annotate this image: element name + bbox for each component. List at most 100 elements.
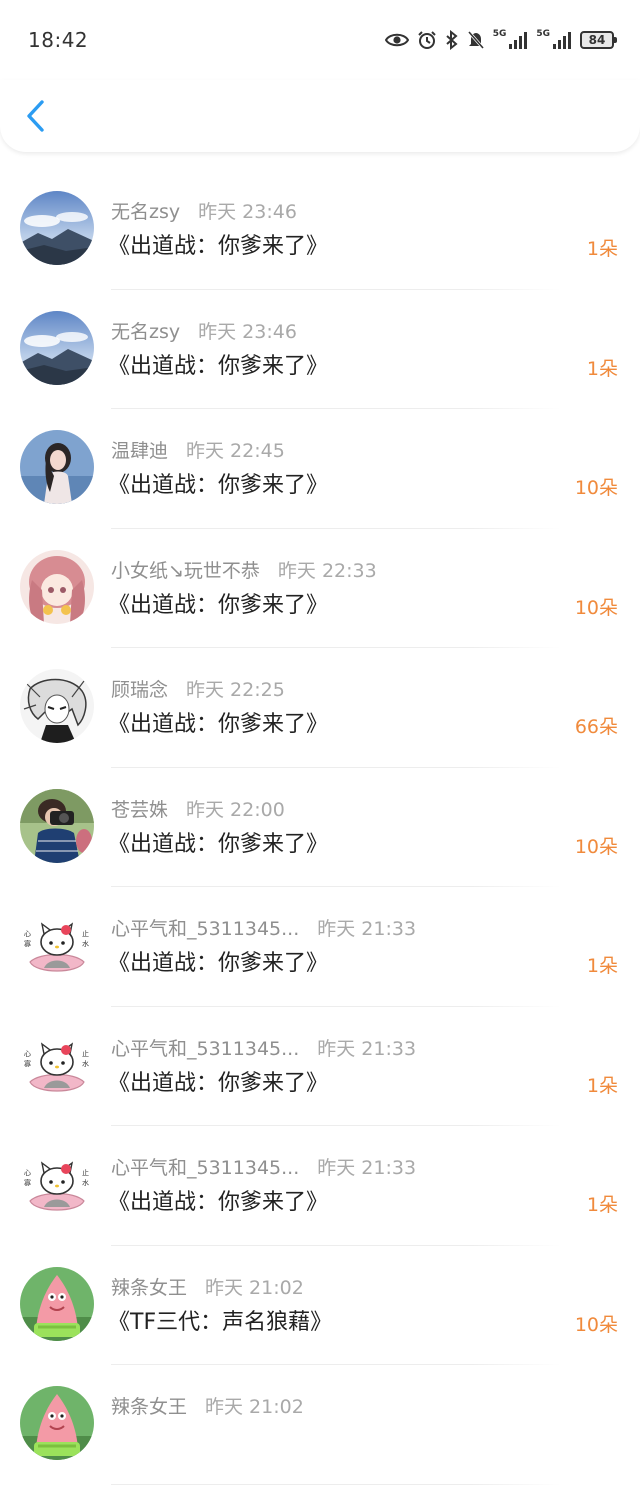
user-name[interactable]: 心平气和_5311345... — [111, 914, 299, 941]
work-title[interactable]: 《出道战：你爹来了》 — [108, 348, 328, 380]
item-time: 昨天 21:33 — [317, 1157, 417, 1179]
svg-text:寡: 寡 — [24, 1178, 31, 1187]
user-name[interactable]: 心平气和_5311345... — [111, 1153, 299, 1180]
avatar[interactable]: 心寡 止水 — [20, 908, 94, 982]
work-title[interactable]: 《出道战：你爹来了》 — [108, 467, 328, 499]
gift-amount: 1朵 — [586, 1194, 618, 1216]
avatar[interactable] — [20, 549, 94, 624]
item-meta: 心平气和_5311345... 昨天 21:33 — [111, 1153, 416, 1180]
avatar[interactable] — [20, 191, 94, 265]
avatar-image: 心寡 止水 — [20, 1027, 94, 1102]
avatar-image: 心寡 止水 — [20, 1147, 94, 1221]
avatar-image — [20, 1266, 94, 1341]
svg-text:心: 心 — [24, 1169, 31, 1177]
eye-icon — [384, 33, 409, 47]
svg-text:止: 止 — [82, 929, 89, 938]
user-name[interactable]: 无名zsy — [111, 197, 180, 224]
list-item[interactable]: 无名zsy 昨天 23:46 《出道战：你爹来了》 1朵 — [0, 170, 640, 290]
avatar-image — [20, 788, 94, 863]
top-bar — [0, 80, 640, 152]
svg-text:寡: 寡 — [24, 1059, 31, 1068]
alarm-icon — [417, 31, 436, 49]
user-name[interactable]: 无名zsy — [111, 317, 180, 344]
avatar[interactable]: 心寡 止水 — [20, 1147, 94, 1221]
svg-text:水: 水 — [82, 939, 89, 948]
user-name[interactable]: 心平气和_5311345... — [111, 1034, 299, 1061]
user-name[interactable]: 温肆迪 — [111, 436, 168, 463]
battery-indicator: 84 — [580, 31, 617, 49]
mute-icon — [467, 31, 484, 49]
item-meta: 心平气和_5311345... 昨天 21:33 — [111, 1034, 416, 1061]
network-type-label: 5G — [492, 29, 507, 39]
item-meta: 无名zsy 昨天 23:46 — [111, 317, 297, 344]
work-title[interactable]: 《出道战：你爹来了》 — [108, 706, 328, 738]
item-time: 昨天 21:02 — [205, 1396, 304, 1418]
avatar-image — [20, 669, 94, 743]
avatar[interactable] — [20, 669, 94, 743]
item-time: 昨天 22:33 — [277, 559, 377, 582]
list-item[interactable]: 温肆迪 昨天 22:45 《出道战：你爹来了》 10朵 — [0, 409, 640, 529]
status-icons: 5G 5G 84 — [384, 29, 617, 51]
gift-list: 无名zsy 昨天 23:46 《出道战：你爹来了》 1朵 无名zsy 昨天 23… — [0, 170, 640, 1485]
item-meta: 心平气和_5311345... 昨天 21:33 — [111, 914, 416, 941]
gift-amount: 10朵 — [574, 477, 618, 499]
item-time: 昨天 21:33 — [317, 1037, 417, 1060]
signal-icon — [553, 32, 571, 49]
item-meta: 无名zsy 昨天 23:46 — [111, 197, 297, 224]
item-time: 昨天 21:33 — [317, 918, 417, 940]
gift-amount: 10朵 — [574, 835, 618, 858]
avatar[interactable] — [20, 1266, 94, 1341]
svg-text:寡: 寡 — [24, 939, 31, 948]
avatar[interactable] — [20, 310, 94, 385]
work-title[interactable]: 《出道战：你爹来了》 — [108, 587, 328, 619]
list-item[interactable]: 小女纸↘玩世不恭 昨天 22:33 《出道战：你爹来了》 10朵 — [0, 529, 640, 648]
status-bar: 18:42 5G 5G 84 — [0, 0, 640, 80]
item-meta: 小女纸↘玩世不恭 昨天 22:33 — [111, 556, 377, 583]
user-name[interactable]: 辣条女王 — [111, 1273, 187, 1300]
gift-amount: 10朵 — [574, 596, 618, 619]
work-title[interactable]: 《出道战：你爹来了》 — [108, 945, 328, 977]
avatar[interactable] — [20, 1386, 94, 1460]
item-meta: 辣条女王 昨天 21:02 — [111, 1392, 304, 1419]
avatar-image — [20, 549, 94, 624]
divider — [111, 1483, 561, 1485]
list-item[interactable]: 辣条女王 昨天 21:02 《TF三代：声名狼藉》 10朵 — [0, 1246, 640, 1365]
item-meta: 辣条女王 昨天 21:02 — [111, 1273, 304, 1300]
avatar-image — [20, 310, 94, 385]
list-item[interactable]: 辣条女王 昨天 21:02 — [0, 1365, 640, 1485]
user-name[interactable]: 苍芸姝 — [111, 795, 168, 822]
avatar[interactable] — [20, 430, 94, 504]
list-item[interactable]: 心寡 止水 心平气和_5311345... 昨天 21:33 《出道战：你爹来了》… — [0, 1126, 640, 1246]
gift-amount: 10朵 — [574, 1313, 618, 1336]
work-title[interactable]: 《出道战：你爹来了》 — [108, 1184, 328, 1216]
user-name[interactable]: 顾瑞念 — [111, 675, 168, 702]
list-item[interactable]: 心寡 止水 心平气和_5311345... 昨天 21:33 《出道战：你爹来了》… — [0, 1007, 640, 1126]
work-title[interactable]: 《出道战：你爹来了》 — [108, 826, 328, 858]
avatar[interactable]: 心寡 止水 — [20, 1027, 94, 1102]
avatar[interactable] — [20, 788, 94, 863]
item-meta: 顾瑞念 昨天 22:25 — [111, 675, 285, 702]
work-title[interactable]: 《出道战：你爹来了》 — [108, 1065, 328, 1097]
list-item[interactable]: 无名zsy 昨天 23:46 《出道战：你爹来了》 1朵 — [0, 290, 640, 409]
item-time: 昨天 22:00 — [186, 798, 285, 821]
signal-icon — [509, 32, 528, 49]
user-name[interactable]: 辣条女王 — [111, 1392, 187, 1419]
list-item[interactable]: 心寡 止水 心平气和_5311345... 昨天 21:33 《出道战：你爹来了》… — [0, 887, 640, 1007]
back-button[interactable] — [18, 96, 52, 136]
user-name[interactable]: 小女纸↘玩世不恭 — [111, 556, 260, 583]
gift-amount: 66朵 — [574, 716, 618, 738]
svg-text:心: 心 — [24, 930, 31, 938]
gift-amount: 1朵 — [586, 238, 618, 260]
work-title[interactable]: 《TF三代：声名狼藉》 — [108, 1304, 332, 1336]
avatar-image: 心寡 止水 — [20, 908, 94, 982]
list-item[interactable]: 苍芸姝 昨天 22:00 《出道战：你爹来了》 10朵 — [0, 768, 640, 887]
item-time: 昨天 23:46 — [198, 201, 297, 223]
work-title[interactable]: 《出道战：你爹来了》 — [108, 228, 328, 260]
svg-text:止: 止 — [82, 1168, 89, 1177]
chevron-left-icon — [27, 100, 44, 132]
svg-text:水: 水 — [82, 1178, 89, 1187]
gift-amount: 1朵 — [586, 1074, 618, 1097]
list-item[interactable]: 顾瑞念 昨天 22:25 《出道战：你爹来了》 66朵 — [0, 648, 640, 768]
svg-text:止: 止 — [82, 1049, 89, 1058]
item-time: 昨天 22:25 — [186, 679, 285, 701]
